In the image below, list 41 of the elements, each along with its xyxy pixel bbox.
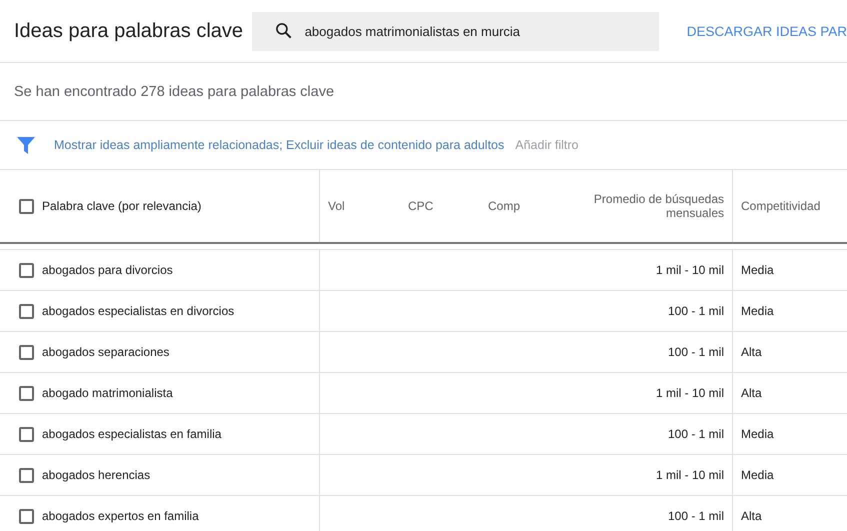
keyword-cell: abogados separaciones xyxy=(42,345,170,359)
searches-cell: 1 mil - 10 mil xyxy=(656,468,724,482)
competition-cell: Media xyxy=(741,263,774,277)
keyword-cell: abogados herencias xyxy=(42,468,150,482)
keyword-cell: abogado matrimonialista xyxy=(42,386,173,400)
checkbox[interactable] xyxy=(18,262,34,278)
keyword-cell: abogados especialistas en familia xyxy=(42,427,222,441)
monthly-searches-column-header[interactable]: Promedio de búsquedas mensuales xyxy=(560,192,724,220)
searches-cell: 100 - 1 mil xyxy=(668,427,724,441)
searches-cell: 100 - 1 mil xyxy=(668,345,724,359)
keyword-column-header[interactable]: Palabra clave (por relevancia) xyxy=(42,199,202,213)
checkbox[interactable] xyxy=(18,304,34,318)
checkbox[interactable] xyxy=(18,426,34,442)
checkbox[interactable] xyxy=(18,468,34,482)
page-title: Ideas para palabras clave xyxy=(14,20,244,42)
competition-cell: Alta xyxy=(741,386,762,400)
checkbox[interactable] xyxy=(18,344,34,360)
searches-cell: 100 - 1 mil xyxy=(668,509,724,523)
checkbox[interactable] xyxy=(18,386,34,400)
searches-cell: 1 mil - 10 mil xyxy=(656,386,724,400)
checkbox[interactable] xyxy=(18,508,34,524)
competition-cell: Media xyxy=(741,468,774,482)
competition-score-column-header[interactable]: Comp xyxy=(488,199,520,213)
filter-icon[interactable] xyxy=(17,136,35,154)
competition-cell: Alta xyxy=(741,345,762,359)
competition-cell: Alta xyxy=(741,509,762,523)
keyword-cell: abogados para divorcios xyxy=(42,263,173,277)
keyword-cell: abogados expertos en familia xyxy=(42,509,199,523)
filter-link[interactable]: Mostrar ideas ampliamente relacionadas; Excluir ideas de contenido para adultos xyxy=(54,138,504,152)
checkbox[interactable] xyxy=(18,198,34,214)
results-count: Se han encontrado 278 ideas para palabras clave xyxy=(14,84,334,100)
competition-cell: Media xyxy=(741,304,774,318)
volume-column-header[interactable]: Vol xyxy=(328,199,345,213)
competition-cell: Media xyxy=(741,427,774,441)
competition-column-header[interactable]: Competitividad xyxy=(741,199,820,213)
searches-cell: 1 mil - 10 mil xyxy=(656,263,724,277)
cpc-column-header[interactable]: CPC xyxy=(408,199,434,213)
search-field[interactable]: abogados matrimonialistas en murcia xyxy=(252,12,659,50)
download-button[interactable]: DESCARGAR IDEAS PAR xyxy=(686,24,847,38)
keyword-cell: abogados especialistas en divorcios xyxy=(42,304,234,318)
searches-cell: 100 - 1 mil xyxy=(668,304,724,318)
